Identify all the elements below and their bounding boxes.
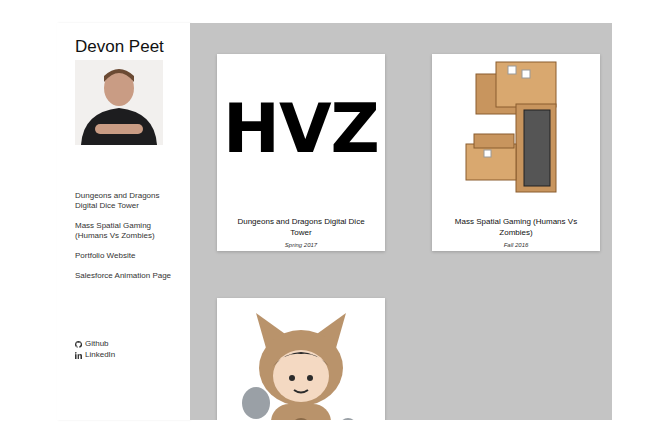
github-icon — [75, 341, 82, 348]
project-title: Mass Spatial Gaming (Humans Vs Zombies) — [432, 216, 600, 238]
sidebar: Devon Peet Dungeons and Dragons Digital D… — [57, 23, 190, 420]
social-link[interactable]: LinkedIn — [75, 350, 182, 360]
project-image — [217, 298, 385, 420]
dice-tower-image — [456, 54, 576, 204]
project-image — [432, 54, 600, 204]
site-title: Devon Peet — [75, 37, 182, 57]
profile-photo — [75, 60, 163, 145]
social-link-label: Github — [85, 339, 109, 349]
project-card[interactable] — [217, 298, 385, 420]
nav-link[interactable]: Portfolio Website — [75, 251, 175, 261]
nav-link[interactable]: Salesforce Animation Page — [75, 271, 175, 281]
nav-link[interactable]: Mass Spatial Gaming (Humans Vs Zombies) — [75, 221, 175, 241]
project-nav: Dungeons and Dragons Digital Dice Tower M… — [75, 191, 175, 281]
project-card[interactable]: HVZ Dungeons and Dragons Digital Dice Tow… — [217, 54, 385, 251]
social-link[interactable]: Github — [75, 339, 182, 349]
project-title: Dungeons and Dragons Digital Dice Tower — [217, 216, 385, 238]
linkedin-icon — [75, 352, 82, 359]
project-image: HVZ — [217, 54, 385, 204]
project-date: Fall 2016 — [504, 241, 529, 249]
nav-link[interactable]: Dungeons and Dragons Digital Dice Tower — [75, 191, 175, 211]
social-link-label: LinkedIn — [85, 350, 115, 360]
social-links: GithubLinkedIn — [75, 339, 182, 360]
portfolio-frame: Devon Peet Dungeons and Dragons Digital D… — [57, 23, 612, 420]
project-date: Spring 2017 — [285, 241, 317, 249]
project-grid: HVZ Dungeons and Dragons Digital Dice Tow… — [190, 23, 612, 420]
hvz-logo: HVZ — [223, 94, 379, 164]
project-card[interactable]: Mass Spatial Gaming (Humans Vs Zombies) F… — [432, 54, 600, 251]
